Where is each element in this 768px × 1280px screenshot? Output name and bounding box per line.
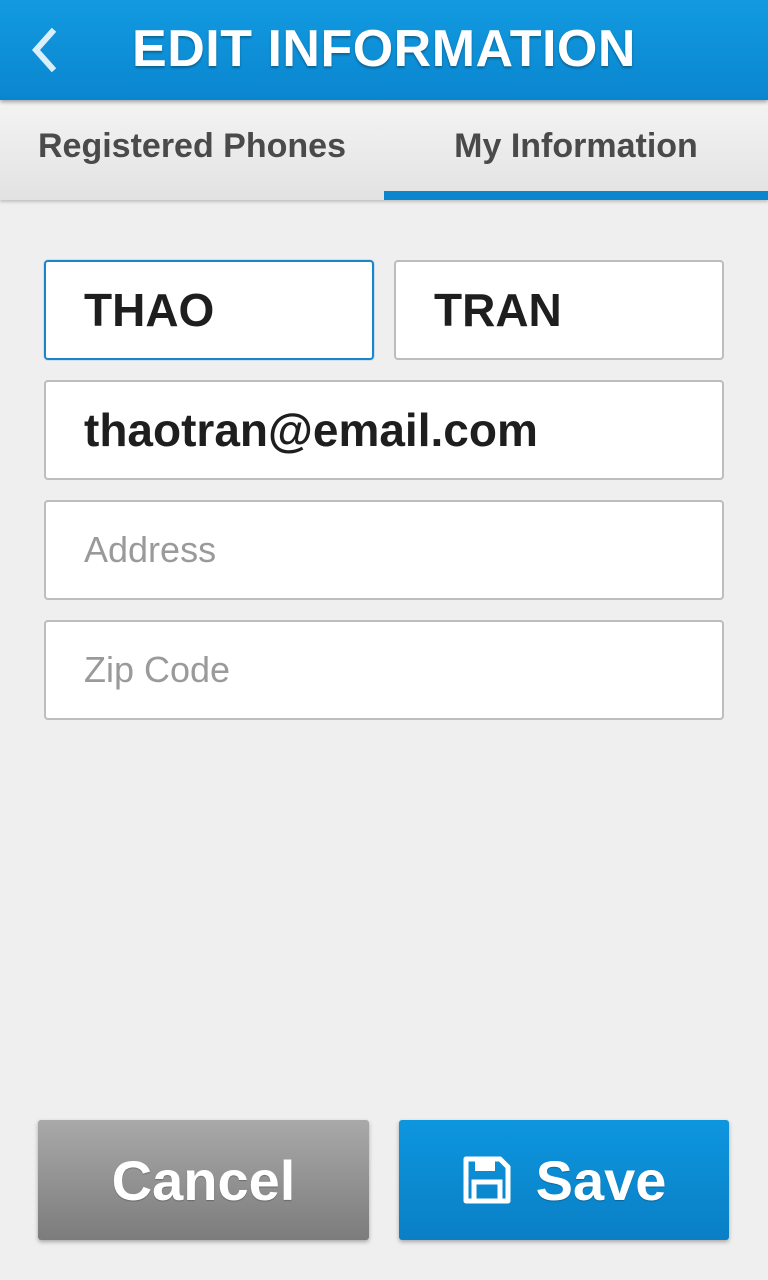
email-input[interactable]: [44, 380, 724, 480]
cancel-button[interactable]: Cancel: [38, 1120, 369, 1240]
edit-information-screen: EDIT INFORMATION Registered Phones My In…: [0, 0, 768, 1280]
tab-registered-phones[interactable]: Registered Phones: [0, 100, 384, 200]
app-header: EDIT INFORMATION: [0, 0, 768, 100]
save-button[interactable]: Save: [399, 1120, 729, 1240]
tab-bar: Registered Phones My Information: [0, 100, 768, 200]
address-input[interactable]: [44, 500, 724, 600]
tab-my-information[interactable]: My Information: [384, 100, 768, 200]
last-name-input[interactable]: [394, 260, 724, 360]
cancel-button-label: Cancel: [111, 1148, 296, 1212]
page-title: EDIT INFORMATION: [132, 20, 636, 78]
zip-code-input[interactable]: [44, 620, 724, 720]
tab-label: Registered Phones: [38, 126, 346, 165]
first-name-input[interactable]: [44, 260, 374, 360]
tab-label: My Information: [454, 126, 698, 165]
active-tab-indicator: [384, 191, 768, 200]
save-button-label: Save: [535, 1148, 667, 1212]
floppy-disk-icon: [462, 1155, 512, 1205]
